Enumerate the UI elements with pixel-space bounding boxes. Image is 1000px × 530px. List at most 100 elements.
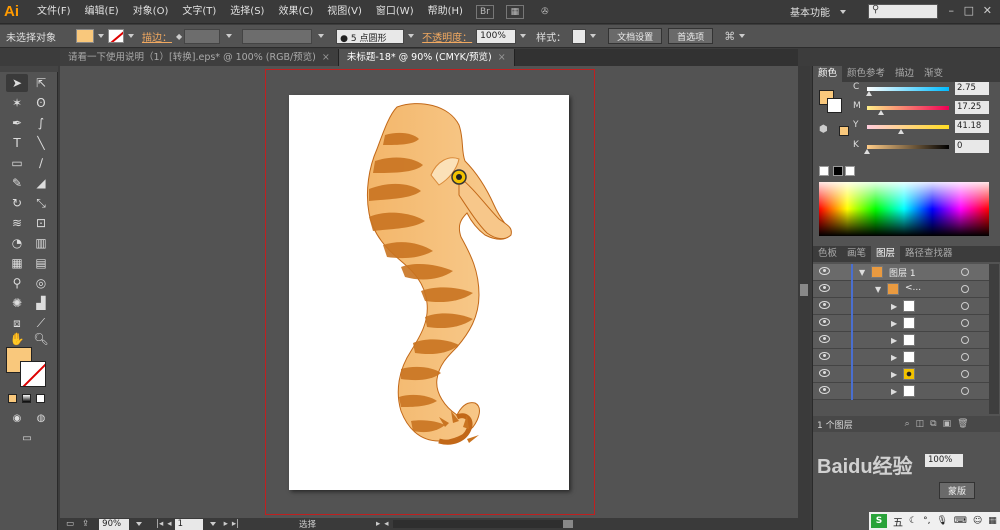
eraser-tool-icon[interactable]: ◢ (30, 174, 52, 192)
stroke-dropdown-icon[interactable] (128, 34, 134, 38)
target-icon[interactable] (961, 336, 969, 344)
tab-layers[interactable]: 图层 (871, 246, 901, 262)
transparency-opacity-field[interactable]: 100% (925, 454, 963, 467)
visibility-eye-icon[interactable] (819, 386, 830, 394)
opacity-label-link[interactable]: 不透明度： (422, 29, 472, 44)
ime-mode[interactable]: 五 (893, 514, 903, 529)
screen-mode-icon[interactable]: ▭ (16, 430, 38, 448)
tab-color[interactable]: 颜色 (813, 66, 843, 82)
line-tool-icon[interactable]: ╲ (30, 134, 52, 152)
yellow-slider[interactable]: Y 41.18 (853, 120, 993, 134)
layer-row[interactable]: ▶ (813, 298, 989, 315)
last-artboard-icon[interactable]: ▸| (232, 519, 239, 529)
moon-icon[interactable]: ☾ (909, 516, 917, 526)
rotate-tool-icon[interactable]: ↻ (6, 194, 28, 212)
close-button[interactable]: ✕ (983, 4, 992, 17)
white-color-button[interactable] (845, 166, 855, 176)
expand-triangle-icon[interactable]: ▶ (891, 319, 897, 328)
expand-triangle-icon[interactable]: ▶ (891, 302, 897, 311)
vertical-scrollbar[interactable] (798, 66, 810, 518)
target-icon[interactable] (961, 353, 969, 361)
color-spectrum[interactable] (819, 182, 989, 236)
eyedropper-tool-icon[interactable]: ⚲ (6, 274, 28, 292)
cyan-slider[interactable]: C 2.75 (853, 82, 993, 96)
tab-pathfinder[interactable]: 路径查找器 (900, 246, 958, 262)
expand-triangle-icon[interactable]: ▶ (891, 370, 897, 379)
fill-swatch[interactable] (76, 29, 94, 43)
stroke-weight-dropdown-icon[interactable] (226, 34, 233, 38)
free-transform-tool-icon[interactable]: ⊡ (30, 214, 52, 232)
expand-triangle-icon[interactable]: ▼ (859, 268, 865, 277)
help-search-input[interactable] (868, 4, 938, 19)
bridge-icon[interactable]: Br (475, 4, 494, 19)
align-options-icon[interactable]: ⌘ (724, 30, 735, 43)
target-icon[interactable] (961, 387, 969, 395)
none-mode-button[interactable] (36, 394, 45, 403)
prev-artboard-icon[interactable]: ◂ (167, 519, 171, 529)
gamut-swatch[interactable] (839, 126, 849, 136)
visibility-eye-icon[interactable] (819, 301, 830, 309)
visibility-eye-icon[interactable] (819, 284, 830, 292)
delete-layer-icon[interactable]: 🗑︎ (957, 419, 968, 429)
menu-file[interactable]: 文件(F) (30, 0, 78, 24)
direct-selection-tool-icon[interactable]: ⇱ (30, 74, 52, 92)
locate-object-icon[interactable]: ⌕ (905, 419, 910, 429)
fill-dropdown-icon[interactable] (98, 34, 104, 38)
layers-scrollbar[interactable] (989, 264, 999, 414)
artboard[interactable] (289, 95, 569, 490)
menu-object[interactable]: 对象(O) (126, 0, 176, 24)
pen-tool-icon[interactable]: ✒ (6, 114, 28, 132)
tab-gradient[interactable]: 渐变 (919, 66, 948, 82)
zoom-tool-icon[interactable]: 🔍︎ (30, 330, 52, 348)
target-icon[interactable] (961, 319, 969, 327)
zoom-dropdown-icon[interactable] (136, 522, 143, 526)
tab-brushes[interactable]: 画笔 (842, 246, 871, 262)
expand-triangle-icon[interactable]: ▶ (891, 336, 897, 345)
cyan-thumb[interactable] (866, 91, 873, 96)
expand-triangle-icon[interactable]: ▶ (891, 387, 897, 396)
new-layer-icon[interactable]: ▣ (943, 419, 952, 429)
expand-triangle-icon[interactable]: ▼ (875, 285, 881, 294)
menu-view[interactable]: 视图(V) (320, 0, 369, 24)
style-dropdown-icon[interactable] (590, 34, 597, 38)
punctuation-icon[interactable]: °, (923, 516, 930, 526)
document-setup-button[interactable]: 文档设置 (608, 28, 663, 44)
sogou-logo-icon[interactable]: S (871, 514, 887, 528)
stroke-color-box[interactable] (20, 361, 46, 387)
layer-row[interactable]: ▶ (813, 349, 989, 366)
status-arrow-icon[interactable]: ▸ (376, 519, 380, 529)
panel-stroke-swatch[interactable] (827, 98, 842, 113)
layer-row[interactable]: ▶ (813, 332, 989, 349)
perspective-grid-tool-icon[interactable]: ▥ (30, 234, 52, 252)
variable-width-dropdown-icon[interactable] (318, 34, 325, 38)
pencil-tool-icon[interactable]: ✎ (6, 174, 28, 192)
gradient-tool-icon[interactable]: ▤ (30, 254, 52, 272)
selection-tool-icon[interactable]: ➤ (6, 74, 28, 92)
menu-select[interactable]: 选择(S) (223, 0, 271, 24)
make-clipping-mask-icon[interactable]: ◫ (916, 419, 925, 429)
layer-row[interactable]: ▼ 图层 1 (813, 264, 989, 281)
close-tab-icon[interactable]: × (322, 52, 330, 63)
rectangle-tool-icon[interactable]: ▭ (6, 154, 28, 172)
artboard-number-field[interactable]: 1 (174, 518, 203, 530)
gradient-mode-button[interactable] (22, 394, 31, 403)
symbol-sprayer-tool-icon[interactable]: ✺ (6, 294, 28, 312)
microphone-icon[interactable]: 🎙︎ (936, 516, 947, 526)
color-mode-button[interactable] (8, 394, 17, 403)
type-tool-icon[interactable]: T (6, 134, 28, 152)
first-artboard-icon[interactable]: |◂ (156, 519, 163, 529)
mesh-tool-icon[interactable]: ▦ (6, 254, 28, 272)
target-icon[interactable] (961, 370, 969, 378)
scrollbar-thumb[interactable] (800, 284, 808, 296)
draw-behind-icon[interactable]: ◍ (30, 410, 52, 428)
close-tab-icon[interactable]: × (498, 52, 506, 63)
target-icon[interactable] (961, 285, 969, 293)
magenta-thumb[interactable] (877, 110, 884, 115)
cyan-track[interactable] (867, 87, 949, 91)
maximize-button[interactable]: □ (964, 4, 974, 17)
menu-effect[interactable]: 效果(C) (271, 0, 320, 24)
hscroll-thumb[interactable] (562, 520, 573, 528)
brush-dropdown-icon[interactable] (408, 34, 415, 38)
menu-window[interactable]: 窗口(W) (369, 0, 421, 24)
paintbrush-tool-icon[interactable]: ∕ (30, 154, 52, 172)
